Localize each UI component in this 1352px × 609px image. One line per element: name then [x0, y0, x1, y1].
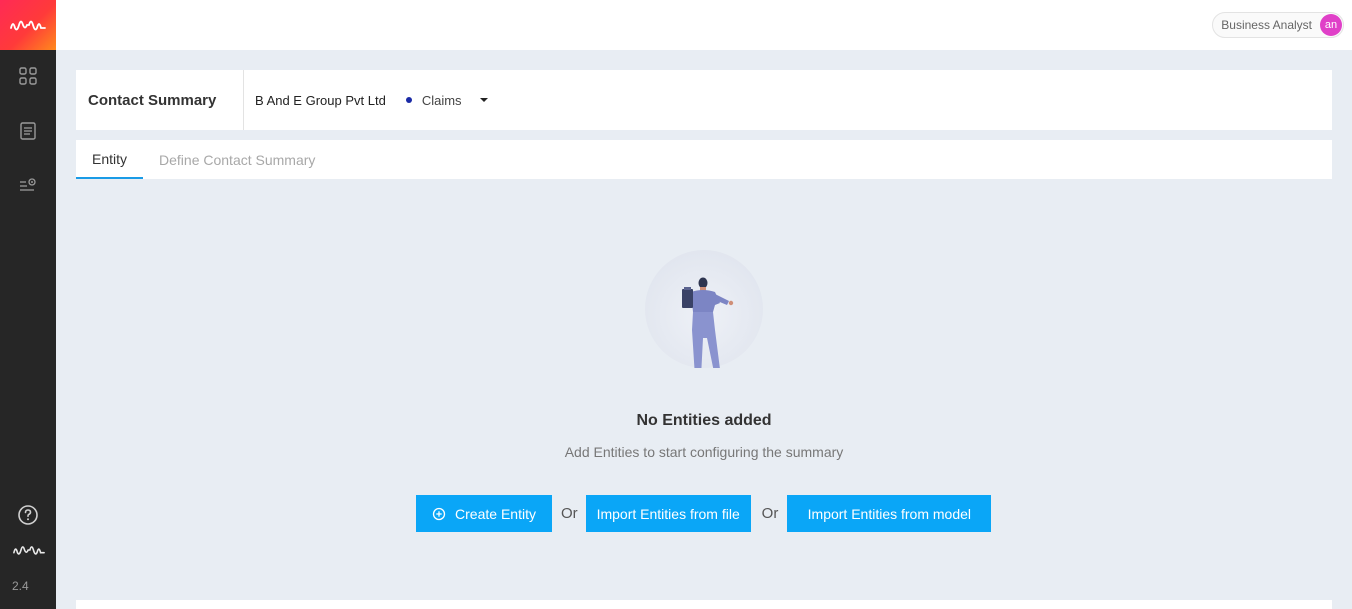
import-from-file-button[interactable]: Import Entities from file	[585, 495, 751, 532]
scope-status-dot	[405, 97, 412, 103]
person-clipboard-icon	[682, 277, 734, 381]
empty-state-subtitle: Add Entities to start configuring the su…	[564, 444, 844, 460]
empty-state-illustration	[645, 250, 763, 381]
chevron-down-icon[interactable]	[479, 98, 488, 102]
or-separator: Or	[761, 505, 779, 522]
or-separator: Or	[561, 505, 578, 522]
page-header: Contact Summary B And E Group Pvt Ltd Cl…	[76, 70, 1332, 130]
dashboard-grid-icon[interactable]	[16, 64, 40, 88]
create-entity-button[interactable]: Create Entity	[416, 495, 552, 532]
empty-state-title: No Entities added	[636, 412, 772, 429]
avatar[interactable]: an	[1320, 14, 1342, 36]
document-list-icon[interactable]	[16, 119, 40, 143]
create-entity-label: Create Entity	[455, 505, 536, 522]
company-name: B And E Group Pvt Ltd	[255, 92, 386, 108]
page-title: Contact Summary	[76, 70, 244, 130]
tab-bar: Entity Define Contact Summary	[76, 140, 1332, 179]
user-role-label: Business Analyst	[1221, 18, 1312, 32]
scope-selector[interactable]: Claims	[422, 93, 462, 108]
empty-state-actions: Create Entity Or Import Entities from fi…	[416, 495, 992, 532]
side-rail: 2.4	[0, 0, 56, 609]
brand-wave-icon	[12, 538, 46, 562]
import-from-model-button[interactable]: Import Entities from model	[787, 495, 992, 532]
tab-entity[interactable]: Entity	[76, 140, 144, 179]
help-icon[interactable]	[16, 503, 40, 527]
bottom-panel	[76, 600, 1332, 609]
app-version: 2.4	[12, 579, 29, 593]
user-menu[interactable]: Business Analyst an	[1212, 12, 1344, 38]
tab-define-contact-summary[interactable]: Define Contact Summary	[143, 140, 331, 179]
settings-list-icon[interactable]	[16, 172, 40, 196]
brand-logo[interactable]	[0, 0, 56, 50]
brand-wave-icon	[10, 20, 46, 31]
add-circle-icon	[432, 507, 446, 520]
top-bar: Business Analyst an	[56, 0, 1352, 50]
